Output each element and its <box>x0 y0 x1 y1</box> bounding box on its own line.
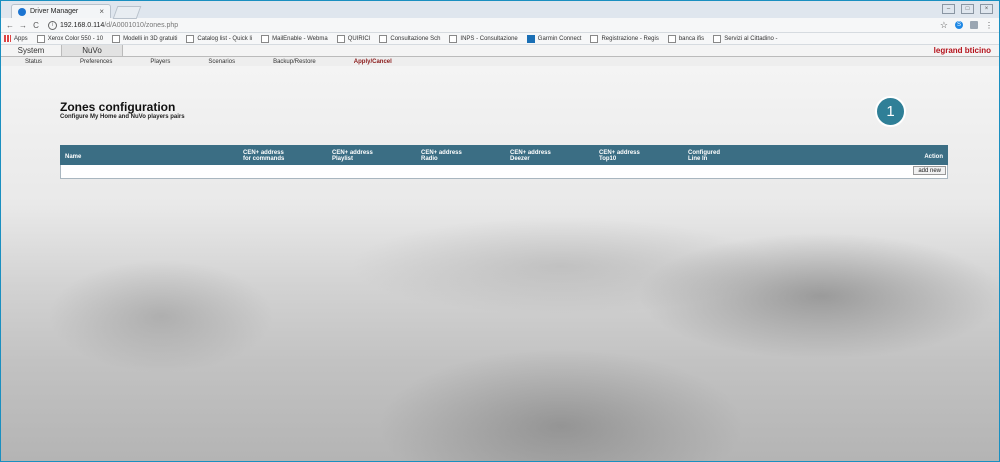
bookmark-item[interactable]: Garmin Connect <box>526 34 581 43</box>
column-header-playlist: CEN+ address Playlist <box>332 150 373 162</box>
tab-strip: Driver Manager × – □ × <box>1 1 999 19</box>
maximize-icon[interactable]: □ <box>961 4 974 14</box>
callout-number-badge: 1 <box>875 96 906 127</box>
site-info-icon[interactable]: i <box>48 20 57 30</box>
subnav-players[interactable]: Players <box>150 59 170 65</box>
bookmark-item[interactable]: INPS - Consultazione <box>449 34 518 43</box>
page-icon <box>590 34 599 43</box>
page-icon <box>186 34 195 43</box>
bookmark-item[interactable]: Consultazione Sch <box>379 34 440 43</box>
table-add-row: add new <box>60 165 948 179</box>
table-header: Name CEN+ address for commands CEN+ addre… <box>60 145 948 165</box>
bookmark-apps[interactable]: Apps <box>4 35 28 42</box>
tab-system[interactable]: System <box>1 46 61 55</box>
url-path: /d/A0001010/zones.php <box>104 21 179 29</box>
minimize-icon[interactable]: – <box>942 4 955 14</box>
browser-window: Driver Manager × – □ × ← → C i 192.168.0… <box>0 0 1000 462</box>
bookmarks-bar: Apps Xerox Color 550 - 10 Modelli in 3D … <box>1 33 999 45</box>
zones-table: Name CEN+ address for commands CEN+ addre… <box>60 145 948 179</box>
column-header-commands: CEN+ address for commands <box>243 150 285 162</box>
back-arrow-icon[interactable]: ← <box>5 21 15 30</box>
add-new-button[interactable]: add new <box>913 166 946 175</box>
bookmark-star-icon[interactable]: ☆ <box>940 20 948 31</box>
tab-nuvo[interactable]: NuVo <box>61 45 123 56</box>
column-header-line-in: Configured Line In <box>688 150 720 162</box>
page-icon <box>112 34 121 43</box>
window-controls: – □ × <box>942 4 993 14</box>
page-icon <box>261 34 270 43</box>
subnav-preferences[interactable]: Preferences <box>80 59 112 65</box>
forward-arrow-icon[interactable]: → <box>18 21 28 30</box>
url-host: 192.168.0.114 <box>60 21 105 29</box>
column-header-action: Action <box>924 154 943 160</box>
page-icon <box>667 34 676 43</box>
new-tab-button[interactable] <box>112 6 142 19</box>
apps-grid-icon <box>4 35 11 42</box>
column-header-name: Name <box>65 154 82 160</box>
page-subtitle: Configure My Home and NuVo players pairs <box>60 114 185 120</box>
page-icon <box>336 34 345 43</box>
brand-logo: legrand bticino <box>934 45 991 56</box>
toolbar-extensions: ☆ S ⋮ <box>940 20 993 31</box>
bookmark-item[interactable]: Modelli in 3D gratuiti <box>112 34 177 43</box>
bookmark-item[interactable]: Registrazione - Regis <box>590 34 659 43</box>
driver-manager-favicon-icon <box>18 7 26 16</box>
address-bar: ← → C i 192.168.0.114 /d/A0001010/zones.… <box>1 18 999 33</box>
skype-extension-icon[interactable]: S <box>955 21 963 29</box>
browser-menu-icon[interactable]: ⋮ <box>985 21 993 30</box>
reload-icon[interactable]: C <box>31 21 41 30</box>
app-main-nav: System NuVo legrand bticino <box>1 45 999 57</box>
legrand-logo: legrand <box>933 46 963 55</box>
subnav-apply-cancel[interactable]: Apply/Cancel <box>354 59 392 65</box>
tab-title: Driver Manager <box>30 8 79 15</box>
extension-icon[interactable] <box>970 21 978 29</box>
main-content: Zones configuration Configure My Home an… <box>1 66 999 461</box>
column-header-radio: CEN+ address Radio <box>421 150 462 162</box>
page-icon <box>449 34 458 43</box>
close-tab-icon[interactable]: × <box>99 7 104 16</box>
subnav-scenarios[interactable]: Scenarios <box>208 59 235 65</box>
bticino-logo: bticino <box>964 46 991 55</box>
browser-tab[interactable]: Driver Manager × <box>11 4 111 18</box>
bookmark-item[interactable]: MailEnable - Webma <box>261 34 328 43</box>
page-title: Zones configuration <box>60 100 176 114</box>
subnav-status[interactable]: Status <box>25 59 42 65</box>
column-header-deezer: CEN+ address Deezer <box>510 150 551 162</box>
bookmark-item[interactable]: Catalog list - Quick li <box>186 34 252 43</box>
close-window-icon[interactable]: × <box>980 4 993 14</box>
url-field[interactable]: i 192.168.0.114 /d/A0001010/zones.php <box>48 20 179 30</box>
bookmark-item[interactable]: QUIRICI <box>336 34 370 43</box>
page-icon <box>713 34 722 43</box>
bookmark-item[interactable]: Servizi al Cittadino - <box>713 34 778 43</box>
bookmark-item[interactable]: Xerox Color 550 - 10 <box>36 34 103 43</box>
column-header-top10: CEN+ address Top10 <box>599 150 640 162</box>
page-icon <box>36 34 45 43</box>
subnav-backup-restore[interactable]: Backup/Restore <box>273 59 316 65</box>
garmin-icon <box>526 34 535 43</box>
page-icon <box>379 34 388 43</box>
bookmark-item[interactable]: banca ifis <box>667 34 704 43</box>
